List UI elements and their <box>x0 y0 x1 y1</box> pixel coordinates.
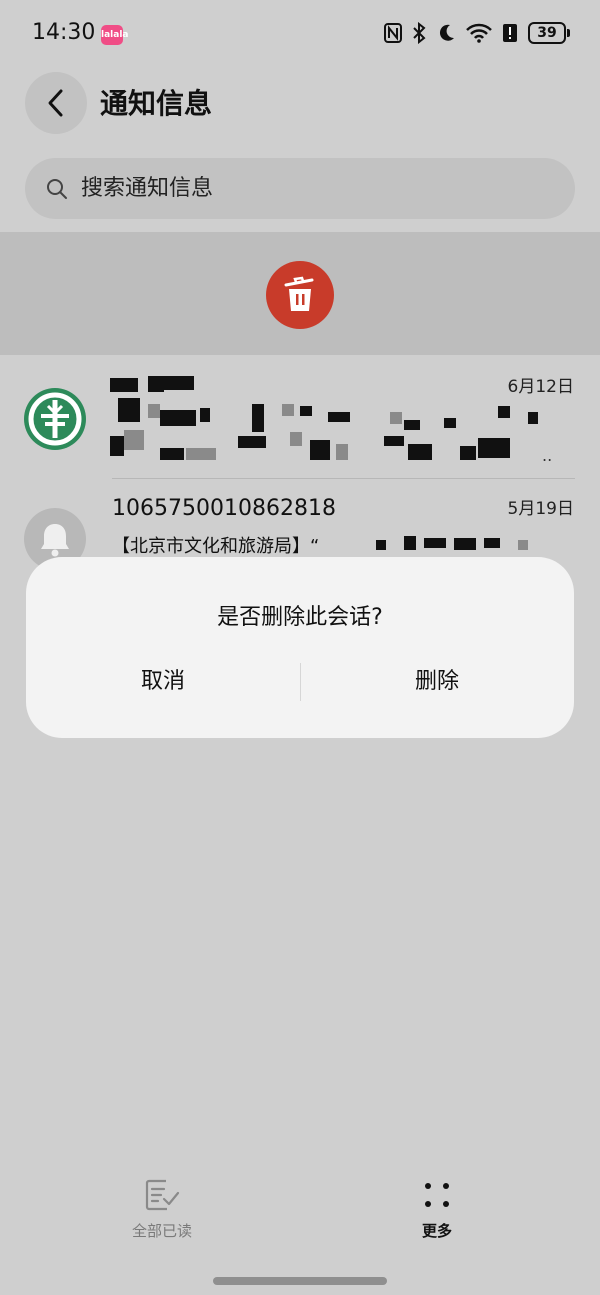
back-button[interactable] <box>25 72 87 134</box>
alert-icon <box>503 24 517 42</box>
conversation-date: 6月12日 <box>507 377 574 397</box>
bluetooth-icon <box>413 22 426 44</box>
search-input[interactable] <box>81 176 521 201</box>
conversation-row[interactable]: 6月12日 .. <box>0 358 600 479</box>
dialog-title: 是否删除此会话? <box>217 605 383 630</box>
wifi-icon <box>466 23 492 43</box>
mark-all-read-label: 全部已读 <box>131 1222 192 1240</box>
search-bar[interactable] <box>25 158 575 219</box>
confirm-delete-button[interactable]: 删除 <box>300 652 574 712</box>
row-divider <box>112 478 575 479</box>
page-title: 通知信息 <box>100 87 213 120</box>
search-icon <box>47 178 67 199</box>
trash-icon <box>284 276 314 311</box>
bank-logo-icon <box>24 388 86 450</box>
nfc-icon <box>384 23 402 43</box>
chevron-left-icon <box>48 89 63 117</box>
more-dots-icon <box>425 1183 449 1207</box>
status-icons: 39 <box>384 22 570 44</box>
battery-level: 39 <box>528 22 566 44</box>
conversation-preview: 【北京市文化和旅游局】“ <box>112 536 320 557</box>
battery-icon: 39 <box>528 22 570 44</box>
screen: 14:30 lalala 39 通知信息 搜索通知信息 6月12日 .. 5月1… <box>0 0 600 1295</box>
mark-read-icon <box>145 1179 180 1211</box>
home-indicator[interactable] <box>213 1277 387 1285</box>
status-time: 14:30 <box>32 20 96 45</box>
mark-all-read-button[interactable]: 全部已读 <box>102 1178 222 1241</box>
status-bar: 14:30 lalala 39 <box>0 0 600 70</box>
conversation-row[interactable]: 5月19日 1065750010862818 【北京市文化和旅游局】“ <box>0 480 600 570</box>
delete-confirm-dialog: 是否删除此会话? 取消 删除 <box>26 557 574 738</box>
do-not-disturb-moon-icon <box>439 24 454 41</box>
conversation-sender: 1065750010862818 <box>112 496 336 521</box>
cancel-button[interactable]: 取消 <box>26 652 300 712</box>
delete-conversation-button[interactable] <box>266 261 334 329</box>
more-button[interactable]: 更多 <box>377 1178 497 1241</box>
conversation-date: 5月19日 <box>507 499 574 519</box>
app-notification-icon: lalala <box>101 25 128 45</box>
more-label: 更多 <box>421 1222 452 1240</box>
